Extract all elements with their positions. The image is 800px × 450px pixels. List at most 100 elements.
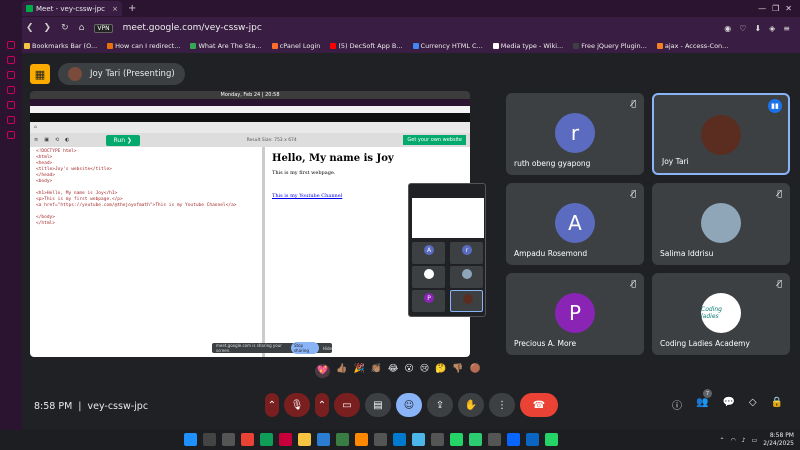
- gmail-icon[interactable]: [241, 433, 254, 446]
- people-icon[interactable]: 👥: [696, 397, 708, 412]
- reaction-emoji[interactable]: 👍🏽: [336, 364, 347, 378]
- participant-tile[interactable]: Coding ladies Coding Ladies Academy 🎙̸: [652, 273, 790, 355]
- audio-options-button[interactable]: ⌃: [265, 393, 279, 417]
- participant-tile[interactable]: P Precious A. More 🎙̸: [506, 273, 644, 355]
- photos-icon[interactable]: [317, 433, 330, 446]
- presenter-pill[interactable]: Joy Tari (Presenting): [58, 63, 185, 85]
- tray-chevron-icon[interactable]: ⌃: [719, 437, 724, 444]
- mini-tile-s: [450, 266, 483, 288]
- meet-layout-icon[interactable]: ▦: [30, 64, 50, 84]
- reaction-emoji[interactable]: 😂: [388, 364, 399, 378]
- reaction-emoji[interactable]: 💖: [315, 364, 331, 378]
- bookmark-item[interactable]: cPanel Login: [271, 42, 320, 50]
- sidebar-history-icon[interactable]: [7, 116, 15, 124]
- participant-tile[interactable]: Joy Tari ▮▮: [652, 93, 790, 175]
- bookmark-item[interactable]: Media type - Wiki...: [492, 42, 563, 50]
- meta-icon[interactable]: [507, 433, 520, 446]
- participant-tile[interactable]: A Ampadu Rosemond 🎙̸: [506, 183, 644, 265]
- new-tab-icon[interactable]: +: [128, 3, 136, 14]
- battery-icon[interactable]: ▭: [752, 437, 758, 444]
- host-controls-icon[interactable]: 🔒: [771, 397, 783, 412]
- bookmark-item[interactable]: How can I redirect...: [107, 42, 180, 50]
- reaction-emoji[interactable]: 👎🏽: [452, 364, 463, 378]
- bookmark-item[interactable]: What Are The Sta...: [190, 42, 262, 50]
- back-icon[interactable]: ❮: [26, 23, 34, 33]
- video-options-button[interactable]: ⌃: [315, 393, 329, 417]
- linkedin-icon[interactable]: [526, 433, 539, 446]
- bookmark-item[interactable]: Bookmarks Bar (O...: [24, 42, 97, 50]
- app-icon[interactable]: [488, 433, 501, 446]
- menu-icon[interactable]: ≡: [783, 24, 790, 33]
- reload-icon[interactable]: ↻: [61, 23, 69, 33]
- reaction-emoji[interactable]: 🎉: [353, 364, 364, 378]
- bookmark-item[interactable]: ajax - Access-Con...: [656, 42, 728, 50]
- minimize-icon[interactable]: —: [758, 4, 766, 13]
- captions-icon[interactable]: ▤: [365, 393, 391, 417]
- activities-icon[interactable]: ◇: [749, 397, 757, 412]
- browser-tab-meet[interactable]: Meet - vey-cssw-jpc ×: [22, 1, 122, 16]
- vlc-icon[interactable]: [355, 433, 368, 446]
- maximize-icon[interactable]: ❐: [772, 4, 779, 13]
- close-window-icon[interactable]: ✕: [785, 4, 792, 13]
- chat-icon[interactable]: 💬: [722, 397, 734, 412]
- camera-off-icon[interactable]: ▭: [334, 393, 360, 417]
- participant-tile[interactable]: Salima Iddrisu 🎙̸: [652, 183, 790, 265]
- app-icon[interactable]: [431, 433, 444, 446]
- sidebar-settings-icon[interactable]: [7, 131, 15, 139]
- clock[interactable]: 8:58 PM 2/24/2025: [763, 432, 794, 448]
- app-icon[interactable]: [469, 433, 482, 446]
- reaction-emoji[interactable]: 🟤: [470, 364, 481, 378]
- reaction-emoji[interactable]: 👏🏽: [371, 364, 382, 378]
- vscode-icon[interactable]: [393, 433, 406, 446]
- app-icon[interactable]: [412, 433, 425, 446]
- raise-hand-icon[interactable]: ✋: [458, 393, 484, 417]
- reaction-emoji[interactable]: 😮: [404, 364, 413, 378]
- microphone-off-icon[interactable]: 🎙: [284, 393, 310, 417]
- reaction-emoji[interactable]: 🤔: [435, 364, 446, 378]
- url-field[interactable]: meet.google.com/vey-cssw-jpc: [123, 23, 262, 33]
- download-icon[interactable]: ⬇: [754, 24, 761, 33]
- wifi-icon[interactable]: ◠: [730, 437, 735, 444]
- reaction-emoji[interactable]: 😢: [420, 364, 429, 378]
- forward-icon[interactable]: ❯: [44, 23, 52, 33]
- leave-call-icon[interactable]: ☎: [520, 393, 558, 417]
- camera-icon[interactable]: ◉: [724, 24, 731, 33]
- bookmark-favicon-icon: [656, 43, 663, 49]
- emoji-reactions-icon[interactable]: ☺: [396, 393, 422, 417]
- info-icon[interactable]: ⓘ: [672, 397, 682, 412]
- vpn-badge[interactable]: VPN: [94, 23, 113, 33]
- bookmark-item[interactable]: Currency HTML C...: [412, 42, 483, 50]
- file-explorer-icon[interactable]: [298, 433, 311, 446]
- mini-meet-preview: A r P: [408, 183, 486, 317]
- sidebar-instagram-icon[interactable]: [7, 71, 15, 79]
- bookmark-item[interactable]: (5) DecSoft App B...: [330, 42, 403, 50]
- bookmark-item[interactable]: Free jQuery Plugin...: [573, 42, 647, 50]
- sidebar-music-icon[interactable]: [7, 101, 15, 109]
- home-icon[interactable]: ⌂: [79, 23, 85, 33]
- bookmark-favicon-icon: [573, 43, 580, 49]
- participant-tile[interactable]: r ruth obeng gyapong 🎙̸: [506, 93, 644, 175]
- bookmark-favicon-icon: [412, 43, 419, 49]
- volume-icon[interactable]: ♪: [742, 437, 746, 444]
- opera-icon[interactable]: [279, 433, 292, 446]
- extensions-icon[interactable]: ◈: [769, 24, 775, 33]
- app-icon[interactable]: [374, 433, 387, 446]
- whatsapp-icon[interactable]: [545, 433, 558, 446]
- meet-window: ▦ Joy Tari (Presenting) Monday, Feb 24 |…: [22, 53, 800, 430]
- sidebar-messenger-icon[interactable]: [7, 41, 15, 49]
- bookmark-label: How can I redirect...: [115, 42, 181, 50]
- sidebar-whatsapp-icon[interactable]: [7, 56, 15, 64]
- mic-muted-icon: 🎙̸: [631, 279, 636, 288]
- shared-address-bar: [30, 106, 470, 113]
- close-tab-icon[interactable]: ×: [112, 5, 118, 13]
- start-icon[interactable]: [184, 433, 197, 446]
- whatsapp-icon[interactable]: [450, 433, 463, 446]
- present-screen-icon[interactable]: ⇪: [427, 393, 453, 417]
- more-options-icon[interactable]: ⋮: [489, 393, 515, 417]
- edge-icon[interactable]: [260, 433, 273, 446]
- sidebar-x-icon[interactable]: [7, 86, 15, 94]
- task-view-icon[interactable]: [222, 433, 235, 446]
- app-icon[interactable]: [336, 433, 349, 446]
- bookmark-heart-icon[interactable]: ♡: [739, 24, 746, 33]
- search-icon[interactable]: [203, 433, 216, 446]
